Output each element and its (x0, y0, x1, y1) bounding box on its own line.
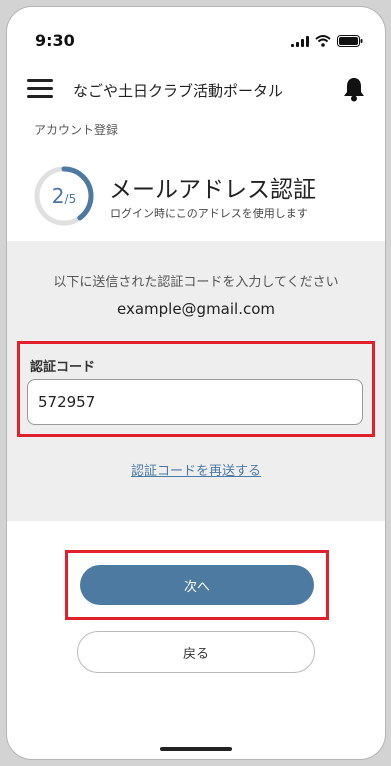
wifi-icon (315, 35, 331, 47)
signal-icon (291, 36, 309, 47)
step-current: 2 (51, 184, 65, 208)
status-icons (291, 35, 363, 47)
status-time: 9:30 (35, 31, 75, 50)
menu-icon[interactable] (27, 79, 53, 99)
resend-code-link[interactable]: 認証コードを再送する (7, 460, 385, 479)
code-field-group: 認証コード (17, 341, 375, 437)
home-indicator (160, 747, 232, 751)
app-header: なごや土日クラブ活動ポータル (7, 65, 385, 117)
battery-icon (337, 35, 363, 47)
app-title: なごや土日クラブ活動ポータル (73, 82, 284, 100)
instruction-text: 以下に送信された認証コードを入力してください (53, 275, 339, 290)
next-button-highlight: 次へ (65, 550, 329, 620)
code-input[interactable] (27, 379, 363, 425)
back-button[interactable]: 戻る (77, 631, 315, 673)
email-address: example@gmail.com (116, 300, 276, 318)
step-counter: 2 / 5 (33, 165, 95, 227)
phone-frame: 9:30 なごや土日クラブ活動ポータル アカウント登録 2 / 5 メールアドレ… (6, 6, 386, 760)
section-label: アカウント登録 (34, 123, 119, 137)
next-button[interactable]: 次へ (80, 565, 314, 605)
step-total: 5 (68, 192, 77, 206)
page-subtitle: ログイン時にこのアドレスを使用します (110, 207, 308, 220)
step-progress: 2 / 5 (33, 165, 95, 227)
bell-icon[interactable] (343, 76, 365, 102)
page-title: メールアドレス認証 (109, 177, 316, 203)
status-bar: 9:30 (7, 7, 385, 59)
code-label: 認証コード (30, 360, 96, 375)
